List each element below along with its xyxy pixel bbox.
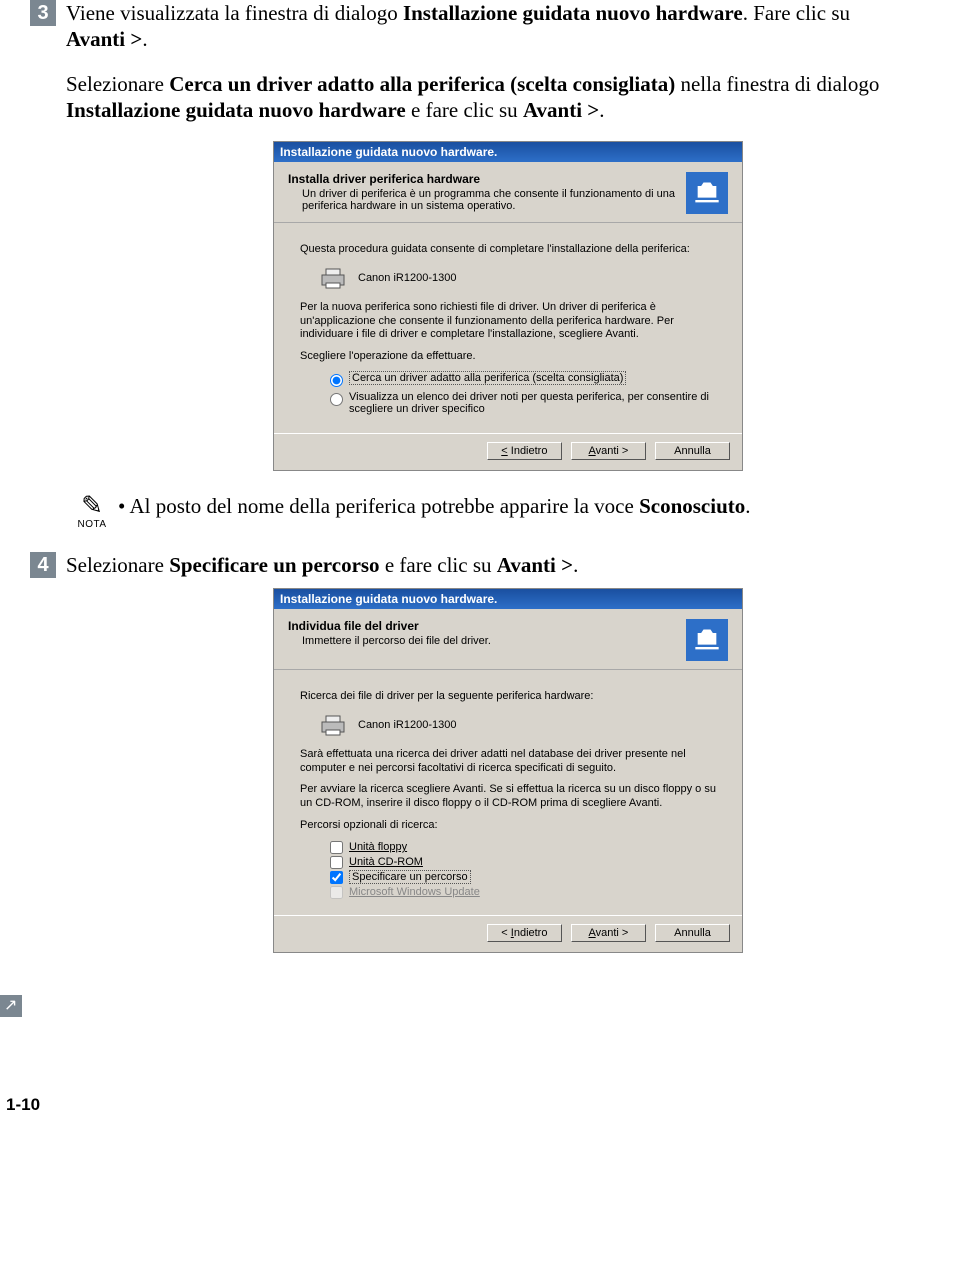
step4-e: .: [573, 553, 578, 577]
p-g: .: [599, 98, 604, 122]
note-label: NOTA: [66, 519, 118, 530]
check-floppy-label: Unità floppy: [349, 841, 407, 853]
ss2-header-subtitle: Immettere il percorso dei file del drive…: [302, 635, 678, 647]
ss2-device-row: Canon iR1200-1300: [318, 712, 716, 738]
ss2-device-name: Canon iR1200-1300: [358, 719, 456, 731]
wizard-device-icon: [686, 172, 728, 214]
step4-a: Selezionare: [66, 553, 169, 577]
note-text: Al posto del nome della periferica potre…: [118, 493, 751, 519]
ss2-line3: Per avviare la ricerca scegliere Avanti.…: [300, 783, 716, 811]
step3-text-c: . Fare clic su: [743, 1, 850, 25]
screenshot-1: Installazione guidata nuovo hardware. In…: [273, 141, 743, 471]
printer-icon-2: [318, 712, 348, 738]
p-c: nella finestra di dialogo: [675, 72, 879, 96]
next-button-2[interactable]: Avanti >: [571, 924, 646, 942]
ss1-line3: Scegliere l'operazione da effettuare.: [300, 350, 716, 364]
ss2-line2: Sarà effettuata una ricerca dei driver a…: [300, 748, 716, 776]
ss1-device-row: Canon iR1200-1300: [318, 265, 716, 291]
note-c: .: [745, 494, 750, 518]
p-d: Installazione guidata nuovo hardware: [66, 98, 406, 122]
step4-c: e fare clic su: [380, 553, 497, 577]
p-e: e fare clic su: [406, 98, 523, 122]
ss2-line1: Ricerca dei file di driver per la seguen…: [300, 690, 716, 704]
step3-detail: Selezionare Cerca un driver adatto alla …: [66, 71, 950, 530]
radio-search-driver[interactable]: [330, 374, 343, 387]
step4-detail: Installazione guidata nuovo hardware. In…: [66, 588, 950, 953]
step4-b: Specificare un percorso: [169, 553, 379, 577]
ss1-footer: < < IndietroIndietro Avanti > Annulla: [274, 433, 742, 470]
back-button-2[interactable]: < Indietro: [487, 924, 562, 942]
note-b: Sconosciuto: [639, 494, 745, 518]
step4-d: Avanti >: [497, 553, 573, 577]
ss1-header-subtitle: Un driver di periferica è un programma c…: [302, 188, 678, 212]
check-windows-update-label: Microsoft Windows Update: [349, 886, 480, 898]
check-path-label: Specificare un percorso: [349, 871, 471, 883]
pencil-icon: ✎: [66, 493, 118, 519]
check-cdrom[interactable]: [330, 856, 343, 869]
step-4: 4 Selezionare Specificare un percorso e …: [0, 552, 960, 578]
ss1-device-name: Canon iR1200-1300: [358, 272, 456, 284]
step3-paragraph: Selezionare Cerca un driver adatto alla …: [66, 71, 950, 124]
page-content: 3 Viene visualizzata la finestra di dial…: [0, 0, 960, 1155]
step-number-3: 3: [30, 0, 56, 26]
ss1-titlebar: Installazione guidata nuovo hardware.: [274, 142, 742, 162]
ss1-line2: Per la nuova periferica sono richiesti f…: [300, 301, 716, 342]
cancel-button-2[interactable]: Annulla: [655, 924, 730, 942]
check-path-row: Specificare un percorso: [330, 871, 716, 884]
step3-text-d: Avanti >: [66, 27, 142, 51]
check-floppy[interactable]: [330, 841, 343, 854]
ss2-header-text: Individua file del driver Immettere il p…: [288, 619, 678, 647]
ss2-header-title: Individua file del driver: [288, 619, 678, 633]
ss1-radio2-row: Visualizza un elenco dei driver noti per…: [330, 391, 716, 415]
note-block: ✎ NOTA Al posto del nome della periferic…: [66, 493, 950, 530]
check-specify-path[interactable]: [330, 871, 343, 884]
step-number-4: 4: [30, 552, 56, 578]
ss1-header-text: Installa driver periferica hardware Un d…: [288, 172, 678, 212]
ss1-body: Questa procedura guidata consente di com…: [274, 223, 742, 433]
ss2-body: Ricerca dei file di driver per la seguen…: [274, 670, 742, 915]
cancel-button[interactable]: Annulla: [655, 442, 730, 460]
p-a: Selezionare: [66, 72, 169, 96]
check-windows-update-row: Microsoft Windows Update: [330, 886, 716, 899]
check-cdrom-row: Unità CD-ROM: [330, 856, 716, 869]
radio-list-drivers-label: Visualizza un elenco dei driver noti per…: [349, 391, 716, 415]
corner-link-icon: [0, 995, 22, 1017]
ss2-footer: < Indietro Avanti > Annulla: [274, 915, 742, 952]
radio-list-drivers[interactable]: [330, 393, 343, 406]
step-text-4: Selezionare Specificare un percorso e fa…: [66, 552, 960, 578]
wizard-device-icon-2: [686, 619, 728, 661]
ss1-radio1-row: Cerca un driver adatto alla periferica (…: [330, 372, 716, 387]
ss2-titlebar: Installazione guidata nuovo hardware.: [274, 589, 742, 609]
p-f: Avanti >: [523, 98, 599, 122]
check-windows-update: [330, 886, 343, 899]
step-text-3: Viene visualizzata la finestra di dialog…: [66, 0, 960, 53]
ss2-line4: Percorsi opzionali di ricerca:: [300, 819, 716, 833]
page-number: 1-10: [6, 1095, 960, 1115]
step3-text-e: .: [142, 27, 147, 51]
check-cdrom-label: Unità CD-ROM: [349, 856, 423, 868]
next-button[interactable]: Avanti >: [571, 442, 646, 460]
note-a: Al posto del nome della periferica potre…: [129, 494, 639, 518]
ss1-header: Installa driver periferica hardware Un d…: [274, 162, 742, 223]
screenshot-2: Installazione guidata nuovo hardware. In…: [273, 588, 743, 953]
p-b: Cerca un driver adatto alla periferica (…: [169, 72, 675, 96]
step-3: 3 Viene visualizzata la finestra di dial…: [0, 0, 960, 53]
step3-text-b: Installazione guidata nuovo hardware: [403, 1, 743, 25]
ss2-header: Individua file del driver Immettere il p…: [274, 609, 742, 670]
back-button[interactable]: < < IndietroIndietro: [487, 442, 562, 460]
radio-search-driver-label: Cerca un driver adatto alla periferica (…: [349, 372, 626, 384]
ss1-header-title: Installa driver periferica hardware: [288, 172, 678, 186]
note-icon-column: ✎ NOTA: [66, 493, 118, 530]
step3-text-a: Viene visualizzata la finestra di dialog…: [66, 1, 403, 25]
printer-icon: [318, 265, 348, 291]
check-floppy-row: Unità floppy: [330, 841, 716, 854]
ss1-line1: Questa procedura guidata consente di com…: [300, 243, 716, 257]
